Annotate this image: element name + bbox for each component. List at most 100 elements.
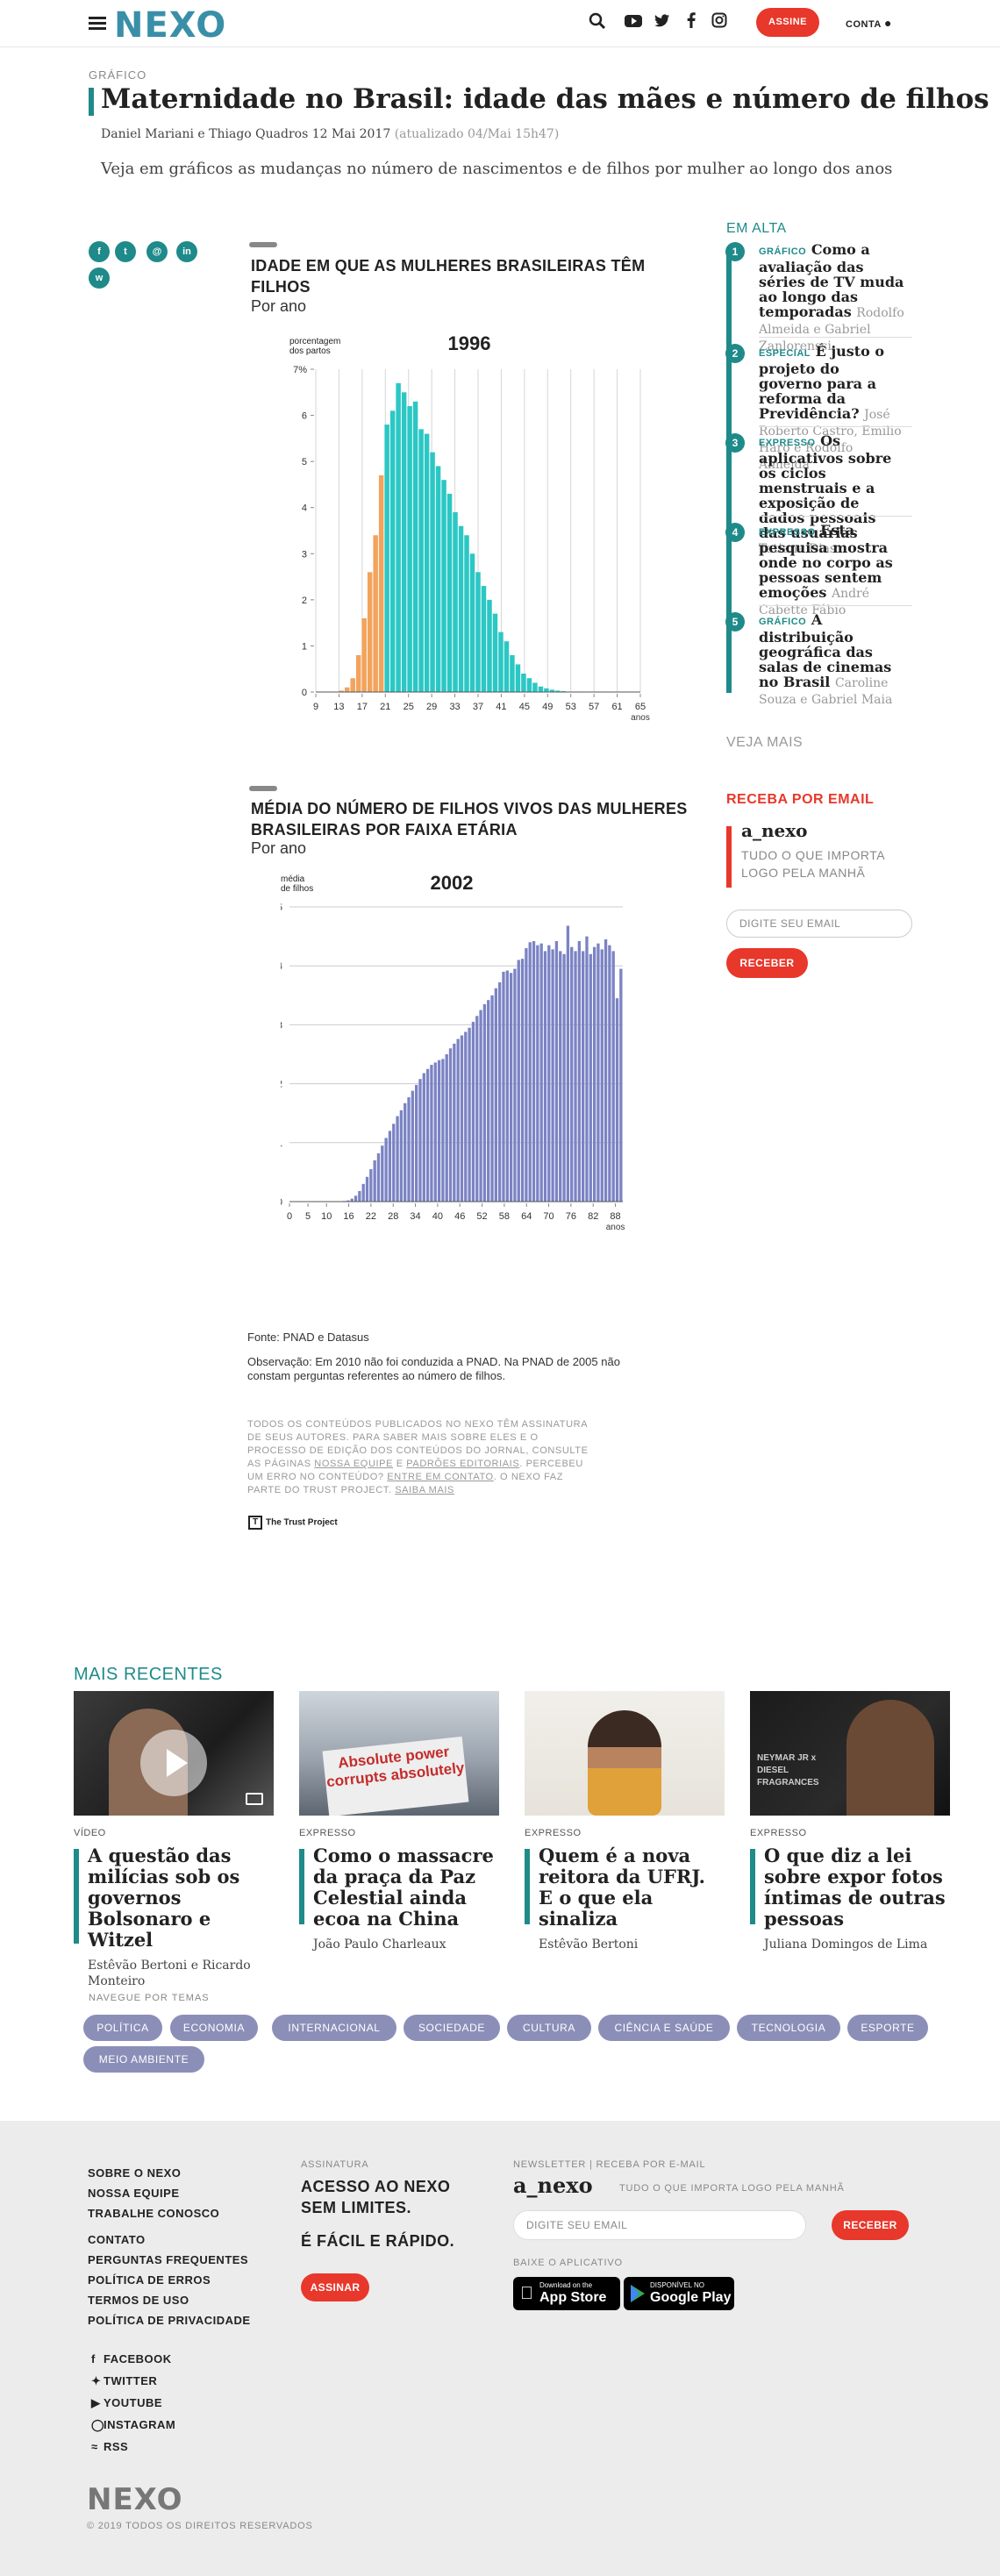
trending-item[interactable]: 4 EXPRESSO Esta pesquisa mostra onde no c… xyxy=(725,523,904,618)
veja-mais-link[interactable]: VEJA MAIS xyxy=(726,735,803,751)
card-headline[interactable]: Como o massacre da praça da Paz Celestia… xyxy=(299,1845,499,1930)
trending-number: 2 xyxy=(725,344,745,363)
card-title[interactable]: Quem é a nova reitora da UFRJ. E o que e… xyxy=(539,1845,725,1930)
card-image[interactable]: NEYMAR JR x DIESEL FRAGRANCES xyxy=(750,1691,950,1816)
navegue-temas-heading: NAVEGUE POR TEMAS xyxy=(89,1993,210,2003)
footer-link-contato[interactable]: CONTATO xyxy=(88,2230,251,2250)
footer-link-equipe[interactable]: NOSSA EQUIPE xyxy=(88,2183,219,2203)
footer-rss[interactable]: ≈ RSS xyxy=(91,2436,175,2458)
twitter-icon[interactable] xyxy=(652,12,673,33)
instagram-icon[interactable] xyxy=(709,12,730,33)
article-card[interactable]: NEYMAR JR x DIESEL FRAGRANCES EXPRESSO O q… xyxy=(750,1691,950,1952)
chart-bar xyxy=(502,971,505,1202)
chart-xtick-label: 29 xyxy=(426,702,437,712)
chart-bar xyxy=(532,940,536,1202)
footer-twitter-label: TWITTER xyxy=(104,2374,158,2387)
card-image[interactable]: Absolute power corrupts absolutely xyxy=(299,1691,499,1816)
topic-pill[interactable]: CIÊNCIA E SAÚDE xyxy=(598,2015,730,2041)
chart-bar xyxy=(430,452,435,692)
footer-email-input[interactable]: DIGITE SEU EMAIL xyxy=(513,2210,806,2240)
topic-pill[interactable]: CULTURA xyxy=(507,2015,591,2041)
footer-instagram[interactable]: ◯INSTAGRAM xyxy=(91,2414,175,2436)
footer-link-faq[interactable]: PERGUNTAS FREQUENTES xyxy=(88,2250,251,2270)
newsletter-accent xyxy=(726,826,732,888)
play-icon[interactable] xyxy=(140,1730,207,1796)
topic-pill[interactable]: ESPORTE xyxy=(847,2015,928,2041)
nossa-equipe-link[interactable]: NOSSA EQUIPE xyxy=(314,1459,393,1469)
em-alta-heading: EM ALTA xyxy=(726,221,787,236)
topic-pill[interactable]: TECNOLOGIA xyxy=(737,2015,840,2041)
chart2-marker xyxy=(249,786,277,791)
play-triangle xyxy=(167,1749,188,1777)
topic-pill[interactable]: SOCIEDADE xyxy=(404,2015,500,2041)
topic-pill[interactable]: INTERNACIONAL xyxy=(272,2015,396,2041)
share-facebook-icon[interactable]: f xyxy=(89,241,110,262)
chart-bar xyxy=(435,466,441,692)
card-headline[interactable]: A questão das milícias sob os governos B… xyxy=(74,1845,274,1951)
card-headline[interactable]: O que diz a lei sobre expor fotos íntima… xyxy=(750,1845,950,1930)
card-image[interactable] xyxy=(525,1691,725,1816)
chart-xtick-label: 52 xyxy=(476,1211,487,1222)
article-card[interactable]: Absolute power corrupts absolutely EXPRES… xyxy=(299,1691,499,1952)
article-authors[interactable]: Daniel Mariani e Thiago Quadros xyxy=(101,127,308,141)
card-image[interactable] xyxy=(74,1691,274,1816)
footer-link-trabalhe[interactable]: TRABALHE CONOSCO xyxy=(88,2203,219,2223)
assinar-button[interactable]: ASSINAR xyxy=(301,2273,369,2301)
card-title[interactable]: O que diz a lei sobre expor fotos íntima… xyxy=(764,1845,950,1930)
google-play-badge[interactable]: DISPONÍVEL NO Google Play xyxy=(624,2277,734,2310)
trust-project-badge[interactable]: T The Trust Project xyxy=(248,1516,338,1530)
entre-em-contato-link[interactable]: ENTRE EM CONTATO xyxy=(387,1472,493,1482)
newsletter-receber-button[interactable]: RECEBER xyxy=(726,948,808,978)
chart-bar xyxy=(536,945,539,1202)
share-email-icon[interactable]: @ xyxy=(146,241,168,262)
footer-facebook[interactable]: f FACEBOOK xyxy=(91,2348,175,2370)
chart-bar xyxy=(574,951,577,1202)
menu-icon[interactable] xyxy=(89,17,106,31)
search-icon[interactable] xyxy=(587,12,608,33)
app-store-badge[interactable]:  Download on the App Store xyxy=(513,2277,620,2310)
chart-bar xyxy=(585,936,589,1202)
chart-ytick-label: 2 xyxy=(281,1080,282,1090)
padroes-editoriais-link[interactable]: PADRÕES EDITORIAIS xyxy=(406,1459,519,1469)
article-card[interactable]: EXPRESSO Quem é a nova reitora da UFRJ. E… xyxy=(525,1691,725,1952)
footer-youtube[interactable]: ▶ YOUTUBE xyxy=(91,2392,175,2414)
footer-link-sobre[interactable]: SOBRE O NEXO xyxy=(88,2163,219,2183)
chart-bar xyxy=(441,480,446,692)
chart-xtick-label: 10 xyxy=(321,1211,332,1222)
card-title[interactable]: A questão das milícias sob os governos B… xyxy=(88,1845,274,1951)
article-card[interactable]: VÍDEO A questão das milícias sob os gover… xyxy=(74,1691,274,1989)
footer-social: f FACEBOOK ✦ TWITTER ▶ YOUTUBE ◯INSTAGRAM ≈… xyxy=(91,2348,175,2458)
share-twitter-icon[interactable]: t xyxy=(115,241,136,262)
footer-receber-button[interactable]: RECEBER xyxy=(832,2210,909,2240)
footer-link-termos[interactable]: TERMOS DE USO xyxy=(88,2290,251,2310)
conta-button[interactable]: CONTA ● xyxy=(846,16,892,30)
assine-button[interactable]: ASSINE xyxy=(756,8,819,37)
facebook-icon[interactable] xyxy=(681,12,702,33)
video-icon xyxy=(246,1793,263,1805)
topic-pill[interactable]: MEIO AMBIENTE xyxy=(83,2046,204,2073)
chart-bar xyxy=(475,1016,479,1202)
footer-link-privacidade[interactable]: POLÍTICA DE PRIVACIDADE xyxy=(88,2310,251,2330)
youtube-icon[interactable] xyxy=(623,12,644,33)
topic-pill[interactable]: POLÍTICA xyxy=(83,2015,162,2041)
share-whatsapp-icon[interactable]: w xyxy=(89,268,110,289)
footer-logo[interactable]: NEXO xyxy=(87,2482,183,2517)
facebook-icon: f xyxy=(91,2352,96,2365)
card-headline[interactable]: Quem é a nova reitora da UFRJ. E o que e… xyxy=(525,1845,725,1930)
saiba-mais-link[interactable]: SAIBA MAIS xyxy=(395,1485,454,1495)
share-linkedin-icon[interactable]: in xyxy=(176,241,197,262)
chart-bar xyxy=(422,1073,425,1202)
chart-bar xyxy=(566,925,570,1202)
newsletter-email-input[interactable]: DIGITE SEU EMAIL xyxy=(726,910,912,938)
card-title[interactable]: Como o massacre da praça da Paz Celestia… xyxy=(313,1845,499,1930)
chart-bar xyxy=(344,687,350,692)
chart-bar xyxy=(505,970,509,1202)
footer-twitter[interactable]: ✦ TWITTER xyxy=(91,2370,175,2392)
newsletter-desc: TUDO O QUE IMPORTA LOGO PELA MANHÃ xyxy=(741,848,885,880)
nexo-logo[interactable]: NEXO xyxy=(114,5,226,46)
footer-link-erros[interactable]: POLÍTICA DE ERROS xyxy=(88,2270,251,2290)
trending-number: 4 xyxy=(725,523,745,542)
trending-item[interactable]: 5 GRÁFICO A distribuição geográfica das s… xyxy=(725,612,904,708)
chart2-title: MÉDIA DO NÚMERO DE FILHOS VIVOS DAS MULH… xyxy=(251,800,688,838)
topic-pill[interactable]: ECONOMIA xyxy=(170,2015,258,2041)
